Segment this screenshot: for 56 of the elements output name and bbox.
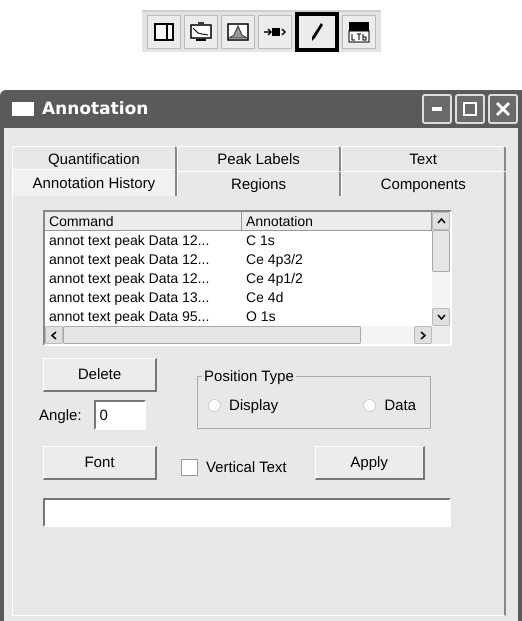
peak-chart-icon <box>226 23 248 41</box>
column-header[interactable]: Command <box>45 212 242 231</box>
table-cell-text: annot text peak Data 12... <box>48 231 210 250</box>
maximize-button[interactable] <box>455 94 485 124</box>
arrow-square-icon <box>262 25 286 39</box>
table-cell-text: C 1s <box>245 231 276 250</box>
toolbar-button[interactable] <box>258 15 292 49</box>
radio-option[interactable]: Data <box>363 397 416 414</box>
window-icon <box>12 102 34 116</box>
scrollbar-thumb[interactable] <box>432 230 450 272</box>
radio-button[interactable] <box>208 399 221 412</box>
monitor-icon <box>190 22 212 42</box>
table-cell-text: annot text peak Data 12... <box>48 269 210 288</box>
checkbox[interactable] <box>181 458 198 476</box>
close-button[interactable] <box>488 94 518 124</box>
tab[interactable]: Components <box>341 171 506 196</box>
window-title: Annotation <box>42 99 150 119</box>
vertical-scrollbar[interactable] <box>432 212 450 326</box>
pen-icon <box>310 22 324 42</box>
radio-button[interactable] <box>363 399 376 412</box>
layout-icon <box>348 21 370 43</box>
radio-option[interactable]: Display <box>208 397 278 414</box>
toolbar-button[interactable] <box>220 15 254 49</box>
table-cell-text: O 1s <box>245 307 277 326</box>
close-icon <box>495 101 511 117</box>
tab[interactable]: Peak Labels <box>176 146 342 171</box>
table-cell-text: Ce 4p3/2 <box>245 250 304 269</box>
angle-field[interactable]: 0 <box>94 400 146 430</box>
delete-button[interactable]: Delete <box>43 358 157 392</box>
maximize-icon <box>463 102 477 116</box>
minimize-button[interactable] <box>422 94 452 124</box>
angle-label: Angle: <box>39 406 82 424</box>
horizontal-scrollbar[interactable] <box>45 326 450 344</box>
status-field[interactable] <box>43 498 451 527</box>
column-header[interactable]: Annotation <box>242 212 432 231</box>
toolbar-button[interactable] <box>342 15 376 49</box>
minimize-icon <box>432 107 442 111</box>
table-cell-text: annot text peak Data 95... <box>48 307 210 326</box>
table-cell-text: Ce 4d <box>245 288 284 307</box>
tab[interactable]: Annotation History <box>12 169 177 196</box>
scrollbar-thumb[interactable] <box>63 326 361 344</box>
toolbar-button[interactable] <box>146 15 180 49</box>
vertical-text-checkbox[interactable]: Vertical Text <box>181 458 287 476</box>
font-button[interactable]: Font <box>43 446 157 480</box>
scrollbar-corner <box>432 326 450 344</box>
apply-button[interactable]: Apply <box>314 446 425 480</box>
toolbar-button[interactable] <box>294 12 338 52</box>
table-cell-text: Ce 4p1/2 <box>245 269 304 288</box>
tab[interactable]: Quantification <box>12 146 177 171</box>
panel-icon <box>154 23 174 41</box>
tab[interactable]: Regions <box>176 171 342 196</box>
tab[interactable]: Text <box>341 146 506 171</box>
table-cell-text: annot text peak Data 13... <box>48 288 210 307</box>
table-cell-text: annot text peak Data 12... <box>48 250 210 269</box>
group-title: Position Type <box>203 368 295 385</box>
toolbar-button[interactable] <box>184 15 218 49</box>
